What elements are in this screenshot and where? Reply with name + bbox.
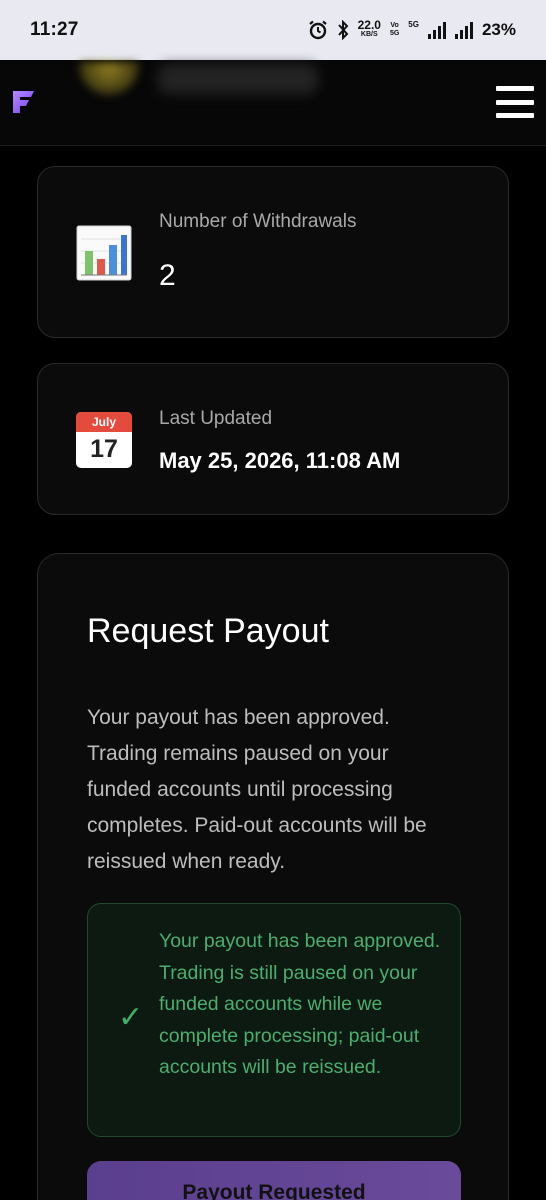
last-updated-value: May 25, 2026, 11:08 AM (159, 448, 401, 473)
volte-bottom: 5G (389, 30, 400, 37)
calendar-icon: July 17 (76, 412, 132, 468)
last-updated-card: July 17 Last Updated May 25, 2026, 11:08… (37, 363, 509, 515)
status-icons: 22.0 KB/S Vo 5G 5G 23% (308, 18, 516, 40)
net-speed: 22.0 KB/S (357, 18, 381, 40)
volte-top: Vo (390, 22, 399, 29)
notice-text: Your payout has been approved. Trading i… (159, 930, 441, 1079)
network-type: 5G (408, 20, 419, 29)
calendar-day: 17 (90, 435, 118, 463)
status-bar: 11:27 22.0 KB/S Vo 5G 5G 23% (0, 0, 546, 60)
payout-requested-button[interactable]: Payout Requested (87, 1161, 461, 1200)
bar-chart-icon (76, 225, 132, 281)
withdrawals-card: Number of Withdrawals 2 (37, 166, 509, 338)
volte-indicator: Vo 5G (390, 22, 399, 38)
signal-icon-2 (454, 21, 473, 39)
menu-line (496, 86, 534, 91)
user-name-blurred (158, 64, 318, 94)
payout-description: Your payout has been approved. Trading r… (87, 706, 427, 873)
logo-icon[interactable] (10, 88, 36, 116)
request-payout-card: Request Payout Your payout has been appr… (37, 553, 509, 1200)
withdrawals-value: 2 (159, 259, 176, 292)
check-icon: ✓ (118, 1001, 144, 1034)
calendar-month: July (76, 412, 132, 432)
status-time: 11:27 (30, 19, 79, 40)
last-updated-label: Last Updated (159, 408, 273, 429)
payout-title: Request Payout (87, 612, 329, 650)
signal-icon (427, 21, 446, 39)
net-speed-unit: KB/S (360, 31, 378, 38)
withdrawals-label: Number of Withdrawals (159, 211, 357, 232)
alarm-icon (308, 20, 327, 40)
net-speed-value: 22.0 (357, 18, 381, 32)
avatar[interactable] (78, 62, 140, 96)
top-nav (0, 60, 546, 146)
menu-line (496, 99, 534, 105)
battery-level: 23% (481, 20, 516, 39)
hamburger-menu-button[interactable] (496, 86, 534, 118)
bluetooth-icon (337, 20, 348, 40)
approval-notice: ✓ Your payout has been approved. Trading… (87, 903, 461, 1137)
menu-line (496, 113, 534, 118)
